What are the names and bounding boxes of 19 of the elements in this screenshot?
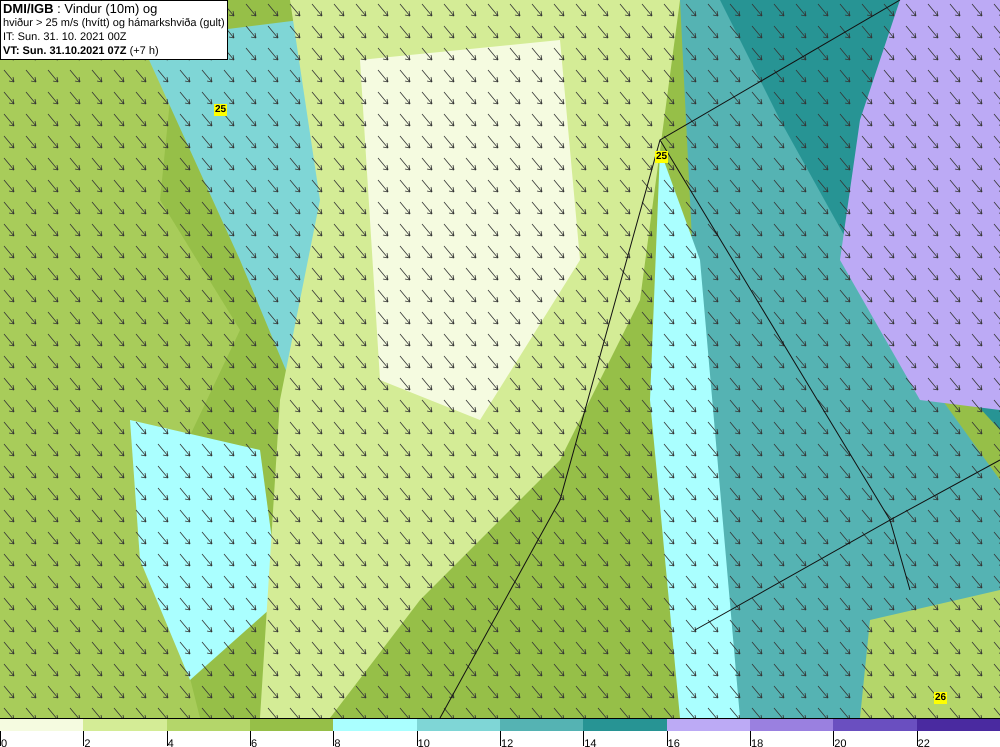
scale-label: 14 (584, 738, 597, 747)
scale-label: 8 (334, 738, 340, 747)
scale-label: 6 (250, 738, 258, 747)
scale-label: 20 (834, 738, 847, 747)
scale-label: 12 (500, 738, 514, 747)
title-line: IT: Sun. 31. 10. 2021 00Z (3, 30, 128, 44)
title-line: VT: Sun. 31.10.2021 07Z (+7 h) (3, 44, 160, 58)
scale-label: 2 (84, 738, 90, 747)
gust-label: 25 (655, 151, 668, 163)
scale-label: 16 (668, 738, 680, 747)
scale-label: 0 (1, 738, 8, 747)
scale-label: 4 (168, 738, 174, 747)
gust-label: 26 (934, 692, 948, 704)
scale-label: 18 (750, 738, 764, 747)
scale-label: 22 (918, 738, 930, 747)
gust-label: 25 (214, 104, 228, 116)
title-line: hviður > 25 m/s (hvítt) og hámarkshviða (gult) (3, 16, 225, 30)
scale-label: 10 (418, 738, 430, 747)
title-line: DMI/IGB : Vindur (10m) og (3, 2, 158, 16)
